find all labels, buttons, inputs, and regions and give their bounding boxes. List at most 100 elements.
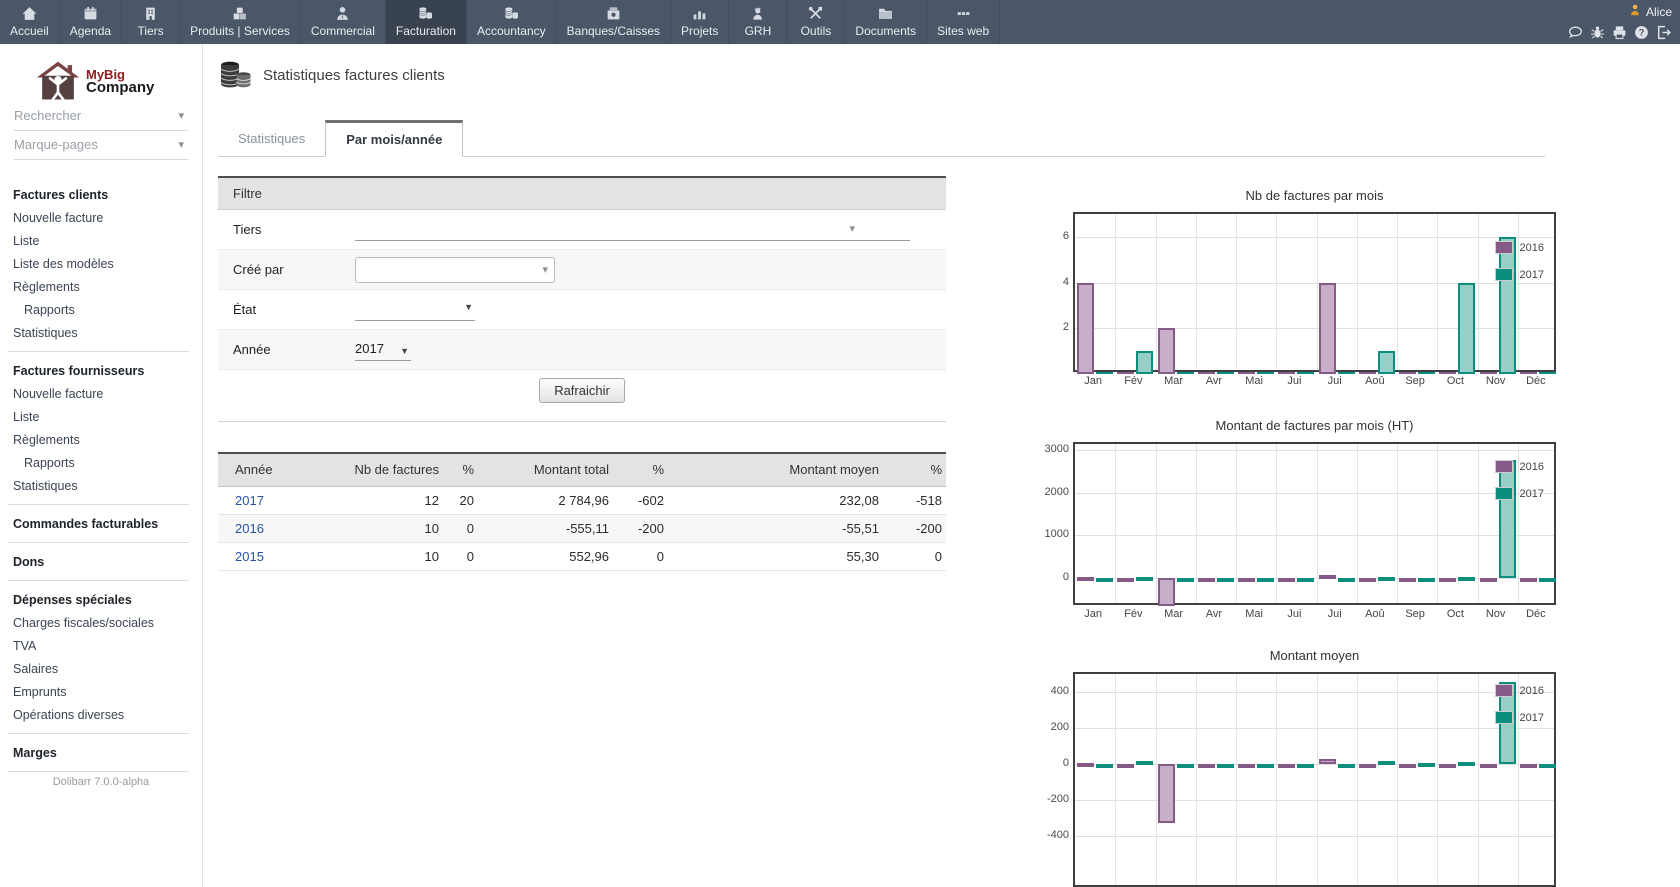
svg-text:?: ? xyxy=(1639,28,1645,39)
gridline xyxy=(1075,535,1554,536)
bar-2017-m12 xyxy=(1539,372,1556,374)
sidebar-section-1[interactable]: Factures fournisseurs xyxy=(0,358,202,383)
sidebar-item[interactable]: Liste des modèles xyxy=(0,253,202,276)
nav-item-accueil[interactable]: Accueil xyxy=(0,0,60,44)
year-link[interactable]: 2017 xyxy=(235,493,264,508)
bug-icon[interactable] xyxy=(1589,24,1606,41)
bar-2016-m3 xyxy=(1158,328,1175,374)
filter-label-tiers: Tiers xyxy=(218,222,355,237)
sidebar-item[interactable]: Rapports xyxy=(0,452,202,475)
bar-2017-m2 xyxy=(1136,577,1153,581)
bar-2016-m12 xyxy=(1520,578,1537,582)
divider xyxy=(8,733,189,734)
legend-label: 2016 xyxy=(1520,685,1544,697)
tab-statistiques[interactable]: Statistiques xyxy=(218,122,325,156)
sidebar-item[interactable]: Liste xyxy=(0,406,202,429)
chevron-down-icon: ▾ xyxy=(849,222,855,235)
filter-panel: Filtre Tiers ▾ Créé par ▾ État ▼ An xyxy=(218,176,946,370)
gridline xyxy=(1397,674,1398,885)
y-tick-label: 0 xyxy=(1031,757,1069,769)
y-tick-label: 0 xyxy=(1031,571,1069,583)
page-title-text: Statistiques factures clients xyxy=(263,67,445,84)
sidebar-item[interactable]: Liste xyxy=(0,230,202,253)
chart-title: Nb de factures par mois xyxy=(1073,188,1556,208)
legend-swatch xyxy=(1495,268,1513,281)
bar-2017-m3 xyxy=(1177,578,1194,582)
nav-item-accountancy[interactable]: Accountancy xyxy=(467,0,557,44)
nav-label: Accountancy xyxy=(477,23,546,40)
nav-item-banques-caisses[interactable]: Banques/Caisses xyxy=(557,0,671,44)
nav-label: Sites web xyxy=(937,23,989,40)
help-icon[interactable]: ? xyxy=(1633,24,1650,41)
chart-plot-area: 24620162017 xyxy=(1073,212,1556,372)
bar-2017-m5 xyxy=(1257,372,1274,374)
nav-item-agenda[interactable]: Agenda xyxy=(60,0,122,44)
nav-item-commercial[interactable]: Commercial xyxy=(301,0,386,44)
percent-cell: 0 xyxy=(883,542,946,570)
chevron-down-icon: ▾ xyxy=(542,263,548,276)
created-by-select[interactable]: ▾ xyxy=(355,257,555,283)
status-select[interactable]: ▼ xyxy=(355,299,475,321)
sidebar-section-4[interactable]: Dépenses spéciales xyxy=(0,587,202,612)
refresh-button[interactable]: Rafraichir xyxy=(539,378,625,403)
coins-icon xyxy=(503,3,520,23)
year-link[interactable]: 2015 xyxy=(235,549,264,564)
bar-2016-m9 xyxy=(1399,764,1416,768)
sidebar-item[interactable]: Statistiques xyxy=(0,322,202,345)
bookmarks-input[interactable]: Marque-pages ▾ xyxy=(14,131,188,160)
sidebar-item[interactable]: Statistiques xyxy=(0,475,202,498)
sidebar-section-5[interactable]: Marges xyxy=(0,740,202,765)
stats-by-year-table: Année Nb de factures % Montant total % M… xyxy=(218,452,946,571)
search-input[interactable]: Rechercher ▾ xyxy=(14,102,188,131)
company-logo[interactable]: MyBig Company xyxy=(36,60,202,102)
bar-2017-m3 xyxy=(1177,372,1194,374)
chat-bubble-icon[interactable] xyxy=(1567,24,1584,41)
nav-item-projets[interactable]: Projets xyxy=(671,0,729,44)
app-window: AccueilAgendaTiersProduits | ServicesCom… xyxy=(0,0,1680,887)
col-montant-total: Montant total xyxy=(478,453,613,486)
user-menu[interactable]: Alice xyxy=(1628,2,1672,22)
percent-cell: 0 xyxy=(443,514,478,542)
sidebar-item[interactable]: TVA xyxy=(0,635,202,658)
sidebar-section-3[interactable]: Dons xyxy=(0,549,202,574)
bar-2017-m10 xyxy=(1458,577,1475,581)
sidebar-section-2[interactable]: Commandes facturables xyxy=(0,511,202,536)
nav-item-sites-web[interactable]: Sites web xyxy=(927,0,1000,44)
caret-down-icon: ▼ xyxy=(464,302,473,312)
gridline xyxy=(1317,674,1318,885)
sidebar-item[interactable]: Charges fiscales/sociales xyxy=(0,612,202,635)
sidebar-section-0[interactable]: Factures clients xyxy=(0,182,202,207)
nav-item-outils[interactable]: Outils xyxy=(787,0,845,44)
sidebar-item[interactable]: Règlements xyxy=(0,429,202,452)
bar-2017-m2 xyxy=(1136,351,1153,374)
bar-2016-m1 xyxy=(1077,763,1094,767)
tab-par-mois-annee[interactable]: Par mois/année xyxy=(325,120,463,157)
sidebar-item[interactable]: Emprunts xyxy=(0,681,202,704)
nav-item-grh[interactable]: GRH xyxy=(729,0,787,44)
printer-icon[interactable] xyxy=(1611,24,1628,41)
sidebar-item[interactable]: Salaires xyxy=(0,658,202,681)
nav-item-tiers[interactable]: Tiers xyxy=(122,0,180,44)
sidebar-item[interactable]: Nouvelle facture xyxy=(0,207,202,230)
logout-icon[interactable] xyxy=(1655,24,1672,41)
sidebar-item[interactable]: Rapports xyxy=(0,299,202,322)
sidebar-item[interactable]: Opérations diverses xyxy=(0,704,202,727)
nav-item-produits-services[interactable]: Produits | Services xyxy=(180,0,301,44)
year-select[interactable]: 2017 ▼ xyxy=(355,339,411,361)
legend-2016: 2016 xyxy=(1495,241,1544,254)
sidebar-item[interactable]: Règlements xyxy=(0,276,202,299)
bar-2016-m11 xyxy=(1480,578,1497,582)
nav-item-facturation[interactable]: Facturation xyxy=(386,0,467,44)
bar-2016-m2 xyxy=(1117,372,1134,374)
bar-2017-m4 xyxy=(1217,764,1234,768)
bar-2016-m1 xyxy=(1077,283,1094,374)
gridline xyxy=(1437,444,1438,603)
month-label: Jui xyxy=(1274,375,1314,387)
bar-2016-m2 xyxy=(1117,578,1134,582)
nav-item-documents[interactable]: Documents xyxy=(845,0,927,44)
year-link[interactable]: 2016 xyxy=(235,521,264,536)
gridline xyxy=(1075,328,1554,329)
tiers-autocomplete-input[interactable]: ▾ xyxy=(355,219,910,241)
bar-2016-m10 xyxy=(1439,372,1456,374)
sidebar-item[interactable]: Nouvelle facture xyxy=(0,383,202,406)
